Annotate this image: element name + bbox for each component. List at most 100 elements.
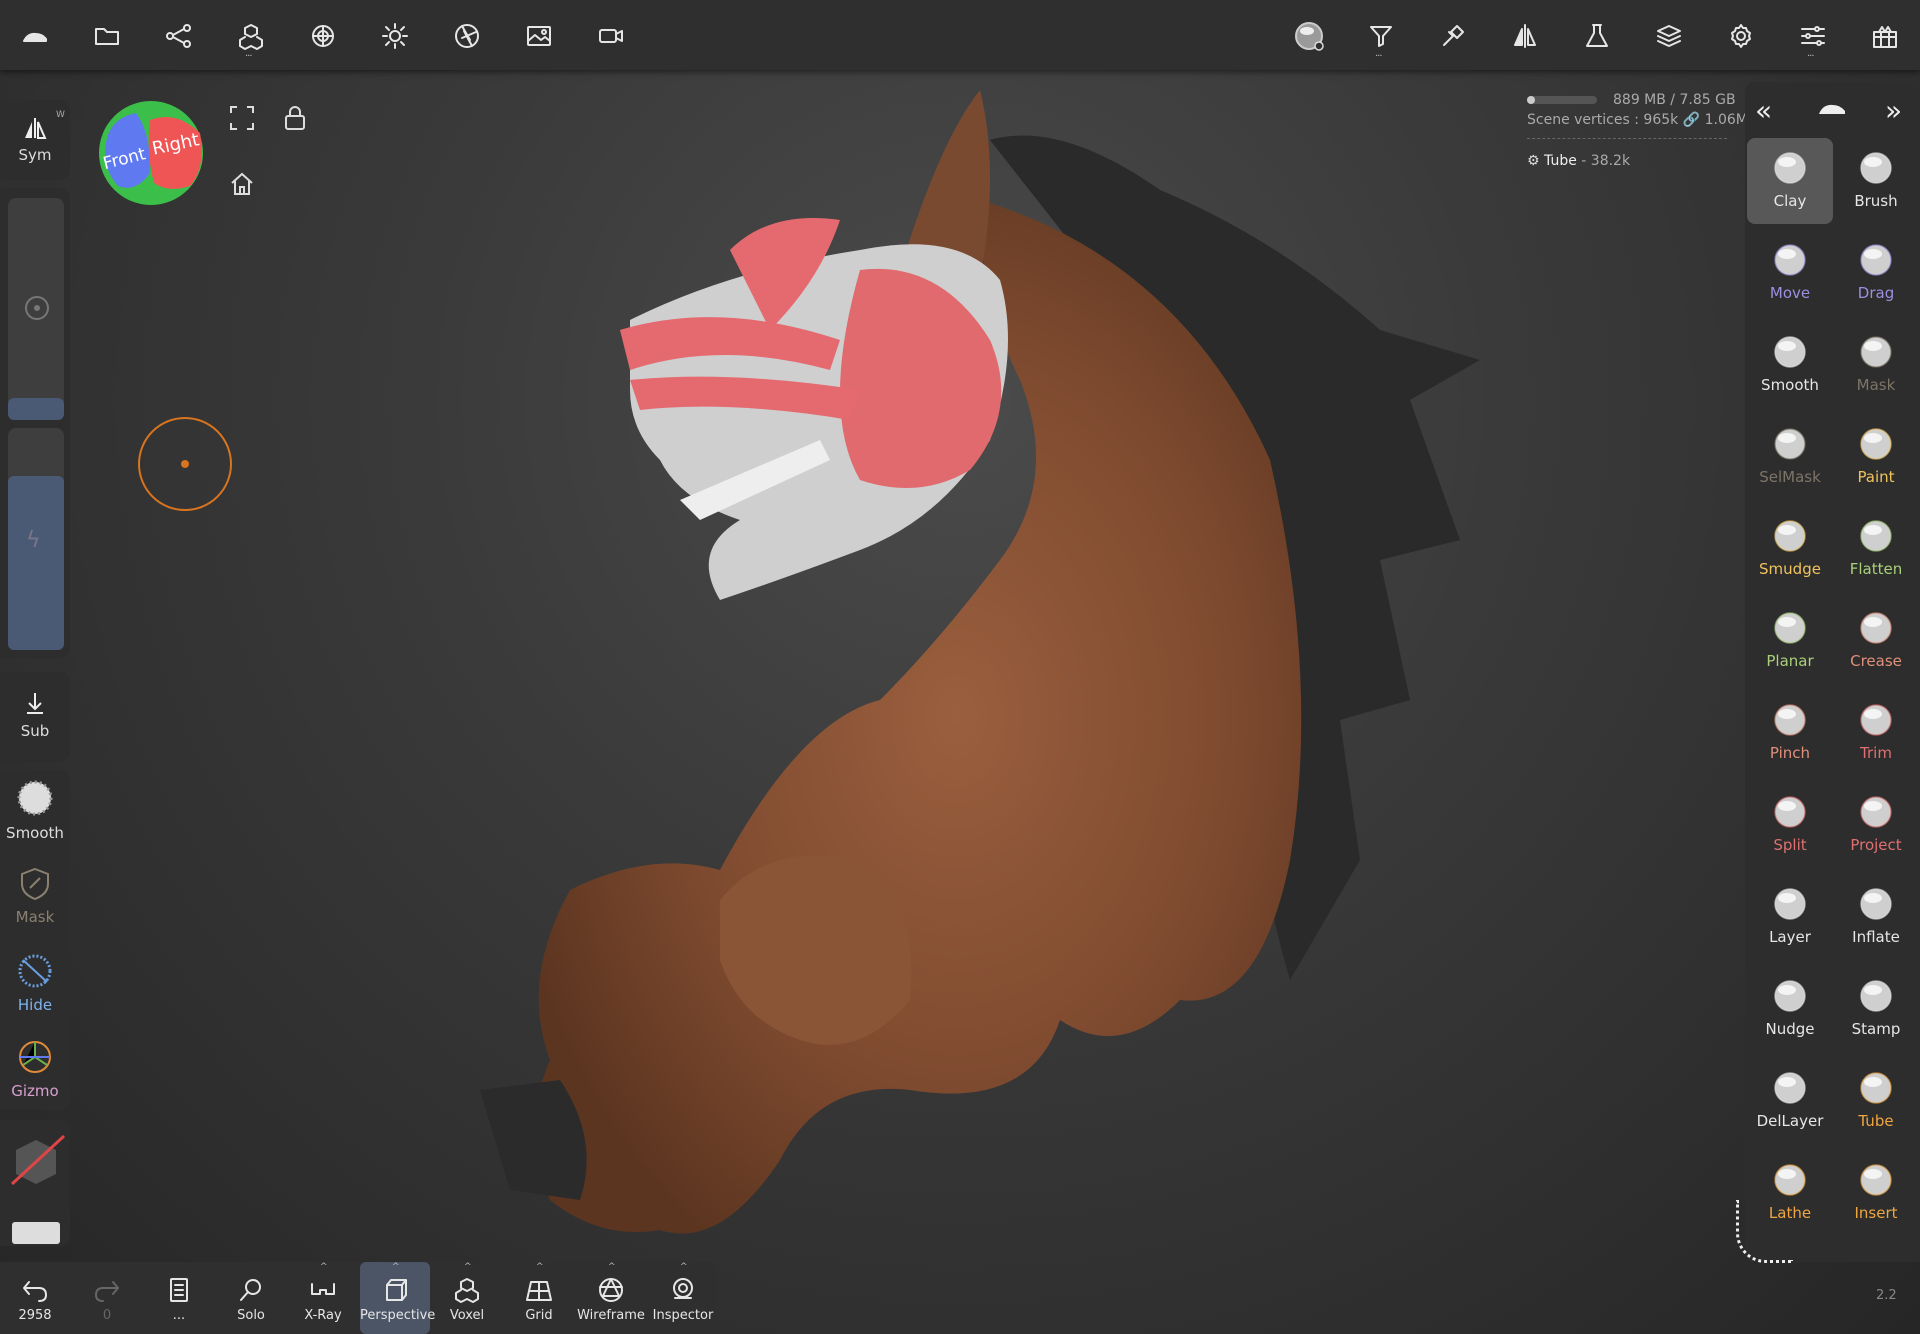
option-mark-icon: ^: [464, 1262, 472, 1272]
tool-paint[interactable]: Paint: [1833, 414, 1919, 500]
tool-trim[interactable]: Trim: [1833, 690, 1919, 776]
stats-divider: [1527, 138, 1727, 139]
tool-project[interactable]: Project: [1833, 782, 1919, 868]
gizmo-shortcut[interactable]: Gizmo: [0, 1038, 70, 1100]
tool-smooth[interactable]: Smooth: [1747, 322, 1833, 408]
symmetry-icon[interactable]: [1504, 15, 1546, 57]
sym-label: Sym: [18, 146, 52, 164]
redo-button[interactable]: 0: [72, 1262, 142, 1334]
tool-brush[interactable]: Brush: [1833, 138, 1919, 224]
more-dots-icon: ···: [245, 51, 252, 62]
sun-icon[interactable]: [374, 15, 416, 57]
tool-drag[interactable]: Drag: [1833, 230, 1919, 316]
option-mark-icon: ^: [680, 1262, 688, 1272]
xray-label: X-Ray: [304, 1308, 342, 1323]
image-icon[interactable]: [518, 15, 560, 57]
arrow-down-icon: [27, 693, 43, 714]
tool-label: Nudge: [1765, 1020, 1815, 1038]
tool-flatten[interactable]: Flatten: [1833, 506, 1919, 592]
scene-tree-icon[interactable]: [158, 15, 200, 57]
tool-dellayer[interactable]: DelLayer: [1747, 1058, 1833, 1144]
memory-row: 889 MB / 7.85 GB: [1527, 92, 1748, 108]
logo-icon[interactable]: [14, 15, 56, 57]
smooth-icon: [17, 780, 53, 816]
tool-move[interactable]: Move: [1747, 230, 1833, 316]
tool-label: Stamp: [1851, 1020, 1901, 1038]
tool-planar[interactable]: Planar: [1747, 598, 1833, 684]
sliders-icon[interactable]: ···: [1792, 15, 1834, 62]
primitives-icon[interactable]: ···: [230, 15, 272, 62]
tool-inflate[interactable]: Inflate: [1833, 874, 1919, 960]
flask-icon[interactable]: [1576, 15, 1618, 57]
folder-icon[interactable]: [86, 15, 128, 57]
sym-button[interactable]: Sym W: [0, 110, 70, 164]
voxel-button[interactable]: ^ Voxel: [432, 1262, 502, 1334]
selected-object-row[interactable]: ⚙ Tube - 38.2k: [1527, 153, 1748, 169]
history-button[interactable]: ...: [144, 1262, 214, 1334]
mask-shortcut[interactable]: Mask: [0, 866, 70, 926]
video-camera-icon[interactable]: [590, 15, 632, 57]
color-swatch[interactable]: [12, 1222, 60, 1244]
split-icon: [1772, 794, 1808, 830]
tool-label: Layer: [1769, 928, 1811, 946]
wireframe-button[interactable]: ^ Wireframe: [576, 1262, 646, 1334]
view-cube[interactable]: Front Right: [96, 98, 206, 208]
layers-icon[interactable]: [1648, 15, 1690, 57]
tool-selmask[interactable]: SelMask: [1747, 414, 1833, 500]
tool-insert[interactable]: Insert: [1833, 1150, 1919, 1236]
tool-smudge[interactable]: Smudge: [1747, 506, 1833, 592]
material-icon[interactable]: [302, 15, 344, 57]
tool-stamp[interactable]: Stamp: [1833, 966, 1919, 1052]
perspective-cube-icon: [386, 1279, 407, 1301]
tool-label: Insert: [1854, 1204, 1898, 1222]
more-dots-icon: ···: [1807, 51, 1814, 62]
home-icon[interactable]: [228, 170, 256, 202]
panel-collapse-right-icon[interactable]: »: [1885, 94, 1902, 127]
tool-mask[interactable]: Mask: [1833, 322, 1919, 408]
grid-label: Grid: [525, 1308, 553, 1323]
scene-stats: 889 MB / 7.85 GB Scene vertices : 965k 🔗…: [1527, 92, 1748, 169]
tool-nudge[interactable]: Nudge: [1747, 966, 1833, 1052]
undo-button[interactable]: 2958: [0, 1262, 70, 1334]
memory-bar: [1527, 96, 1597, 104]
redo-icon: [95, 1281, 119, 1302]
panel-resize-handle[interactable]: [1736, 1200, 1793, 1263]
panel-collapse-left-icon[interactable]: «: [1755, 94, 1772, 127]
sculpt-model[interactable]: [300, 80, 1500, 1260]
sub-button[interactable]: Sub: [0, 690, 70, 740]
perspective-button[interactable]: ^ Perspective: [360, 1262, 435, 1334]
tool-label: Inflate: [1852, 928, 1900, 946]
smooth-shortcut[interactable]: Smooth: [0, 778, 70, 842]
intensity-slider[interactable]: ϟ: [8, 428, 64, 650]
tool-split[interactable]: Split: [1747, 782, 1833, 868]
grid-button[interactable]: ^ Grid: [504, 1262, 574, 1334]
tool-tube[interactable]: Tube: [1833, 1058, 1919, 1144]
tool-crease[interactable]: Crease: [1833, 598, 1919, 684]
matcap-sphere-icon[interactable]: [1288, 15, 1330, 57]
glasses-icon: [311, 1283, 335, 1295]
solo-button[interactable]: Solo: [216, 1262, 286, 1334]
filter-icon[interactable]: ···: [1360, 15, 1402, 62]
nudge-icon: [1772, 978, 1808, 1014]
voxel-icon: [455, 1278, 479, 1303]
tool-label: Move: [1769, 284, 1811, 302]
gear-icon[interactable]: [1720, 15, 1762, 57]
radius-icon: [25, 296, 49, 320]
camera-aperture-icon[interactable]: [446, 15, 488, 57]
gift-icon[interactable]: [1864, 15, 1906, 57]
tool-label: Brush: [1854, 192, 1898, 210]
tool-label: Mask: [1856, 376, 1896, 394]
hide-shortcut[interactable]: Hide: [0, 952, 70, 1014]
fullscreen-icon[interactable]: [228, 104, 256, 136]
paint-icon: [1858, 426, 1894, 462]
brush-tool-icon[interactable]: [1432, 15, 1474, 57]
xray-button[interactable]: ^ X-Ray: [288, 1262, 358, 1334]
radius-slider[interactable]: [8, 198, 64, 420]
tool-clay[interactable]: Clay: [1747, 138, 1833, 224]
crease-icon: [1858, 610, 1894, 646]
grid-icon: [526, 1281, 552, 1301]
no-object-icon[interactable]: [6, 1130, 66, 1190]
tool-layer[interactable]: Layer: [1747, 874, 1833, 960]
inspector-button[interactable]: ^ Inspector: [648, 1262, 718, 1334]
tool-pinch[interactable]: Pinch: [1747, 690, 1833, 776]
